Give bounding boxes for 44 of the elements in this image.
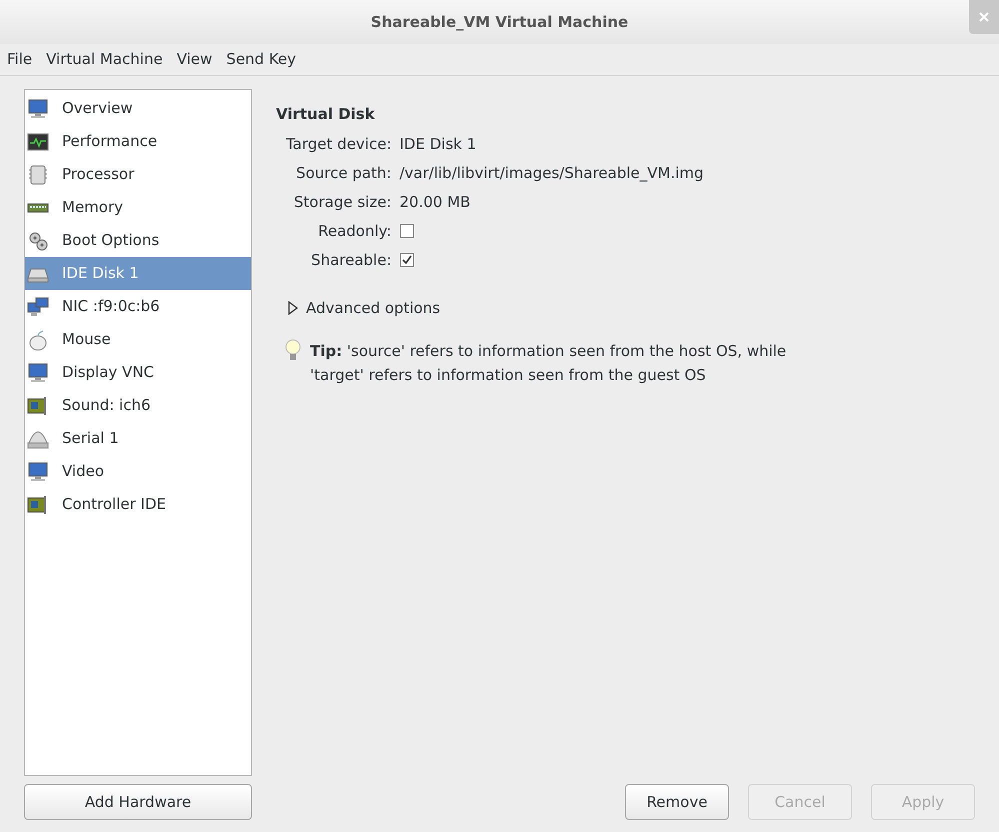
chart-icon: [27, 130, 49, 152]
expansion-card-icon: [27, 394, 49, 416]
field-label: Source path:: [295, 162, 392, 184]
field-value: /var/lib/libvirt/images/Shareable_VM.img: [400, 162, 705, 184]
monitor-icon: [27, 98, 49, 120]
tip-text: Tip: 'source' refers to information seen from the host OS, while 'target' refers to information seen from the guest OS: [310, 341, 788, 386]
close-icon: [979, 12, 989, 22]
field-label: Readonly:: [317, 220, 392, 242]
checkbox[interactable]: [400, 253, 414, 267]
menu-item[interactable]: Virtual Machine: [46, 48, 163, 71]
sidebar-item[interactable]: Boot Options: [25, 224, 251, 257]
field-value: 20.00 MB: [400, 192, 472, 212]
sidebar-item[interactable]: Controller IDE: [25, 488, 251, 521]
sidebar-item[interactable]: Sound: ich6: [25, 389, 251, 422]
advanced-options-expander[interactable]: Advanced options: [288, 296, 975, 319]
sidebar-item[interactable]: NIC :f9:0c:b6: [25, 290, 251, 323]
sidebar-item[interactable]: Video: [25, 455, 251, 488]
menu-item[interactable]: View: [176, 48, 212, 71]
field-value: IDE Disk 1: [400, 134, 478, 154]
add-hardware-button[interactable]: Add Hardware: [24, 784, 252, 820]
dialog-button[interactable]: Remove: [625, 784, 729, 820]
monitor-icon: [27, 362, 49, 384]
sidebar-item[interactable]: Performance: [25, 125, 251, 158]
sidebar-item[interactable]: Memory: [25, 191, 251, 224]
sidebar-item[interactable]: Serial 1: [25, 422, 251, 455]
section-heading: Virtual Disk: [276, 104, 376, 125]
sidebar-item[interactable]: Display VNC: [25, 356, 251, 389]
expansion-card-icon: [27, 494, 49, 516]
sidebar-item[interactable]: Mouse: [25, 323, 251, 356]
menu-item[interactable]: File: [7, 48, 32, 71]
checkbox[interactable]: [400, 224, 414, 238]
window-title: Shareable_VM Virtual Machine: [370, 12, 628, 33]
sidebar-item[interactable]: Overview: [25, 92, 251, 125]
chip-icon: [27, 164, 49, 186]
sidebar-item[interactable]: Processor: [25, 158, 251, 191]
field-label: Storage size:: [292, 192, 392, 212]
field-label: Target device:: [286, 134, 392, 154]
lightbulb-icon: [284, 339, 302, 363]
expander-arrow-icon: [288, 300, 298, 315]
field-label: Shareable:: [310, 250, 392, 270]
mouse-icon: [27, 328, 49, 350]
menu-item[interactable]: Send Key: [226, 48, 296, 71]
network-icon: [27, 296, 49, 318]
monitor-icon: [27, 460, 49, 482]
